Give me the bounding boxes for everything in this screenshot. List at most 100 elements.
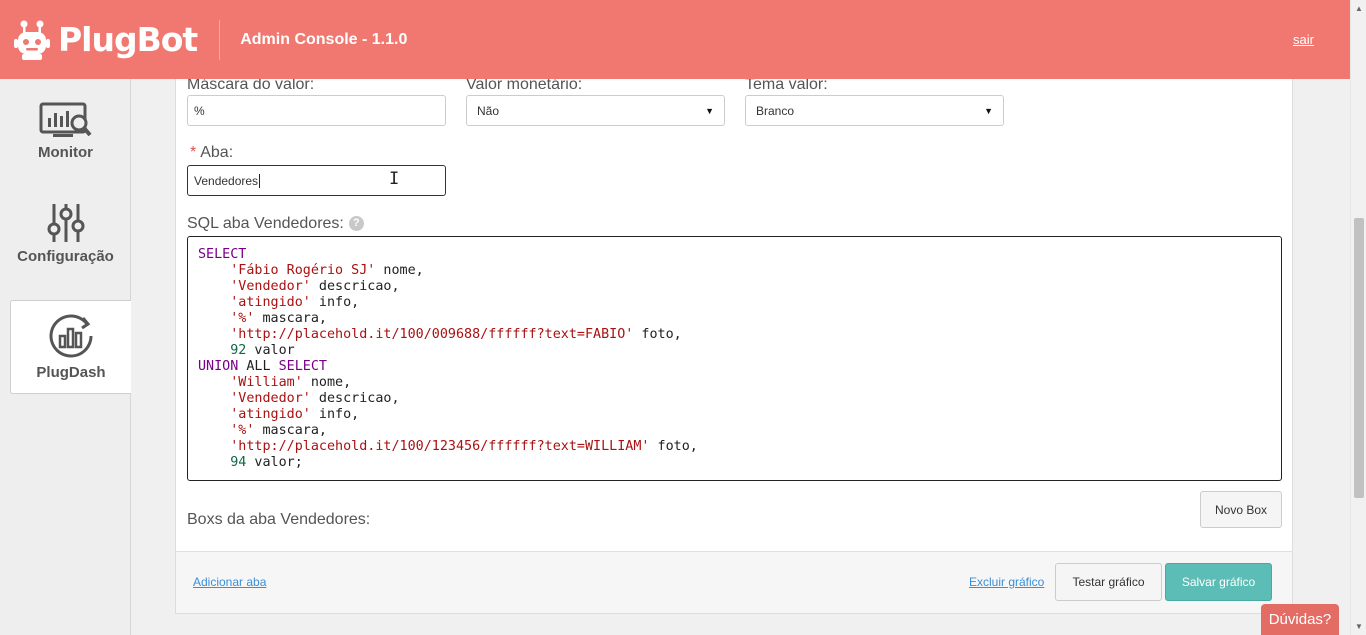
- code-token: '%': [230, 311, 255, 326]
- code-line: 'http://placehold.it/100/123456/ffffff?t…: [198, 439, 1271, 455]
- code-token: 'http://placehold.it/100/123456/ffffff?t…: [230, 439, 650, 454]
- aba-value: Vendedores: [194, 173, 259, 188]
- sliders-icon: [47, 204, 84, 242]
- adicionar-aba-link[interactable]: Adicionar aba: [193, 575, 266, 589]
- code-line: 94 valor;: [198, 455, 1271, 471]
- aba-input[interactable]: Vendedores: [187, 165, 446, 196]
- code-line: '%' mascara,: [198, 311, 1271, 327]
- code-token: 94: [230, 455, 247, 470]
- code-token: nome,: [375, 263, 424, 278]
- boxs-label: Boxs da aba Vendedores:: [187, 511, 371, 528]
- sidebar-item-configuracao[interactable]: Configuração: [0, 183, 131, 277]
- duvidas-help-button[interactable]: Dúvidas?: [1261, 604, 1339, 635]
- dashboard-chart-icon: [49, 314, 93, 358]
- mascara-input[interactable]: %: [187, 95, 446, 126]
- code-token: '%': [230, 423, 255, 438]
- code-token: 'Fábio Rogério SJ': [230, 263, 376, 278]
- aba-label: * Aba:: [190, 144, 233, 162]
- code-token: info,: [310, 295, 360, 310]
- sql-editor[interactable]: SELECT 'Fábio Rogério SJ' nome, 'Vendedo…: [187, 236, 1282, 481]
- plugbot-logo[interactable]: PlugBot: [14, 19, 198, 61]
- code-token: descricao,: [310, 391, 400, 406]
- text-cursor-icon: I: [389, 169, 400, 189]
- code-token: nome,: [302, 375, 352, 390]
- code-token: UNION: [198, 359, 239, 374]
- tema-select[interactable]: Branco ▼: [745, 95, 1004, 126]
- code-token: 'William': [230, 375, 303, 390]
- code-token: descricao,: [310, 279, 400, 294]
- salvar-grafico-button[interactable]: Salvar gráfico: [1165, 563, 1272, 601]
- code-token: 'Vendedor': [230, 279, 311, 294]
- scroll-up-icon[interactable]: ▲: [1355, 4, 1363, 13]
- code-line: 92 valor: [198, 343, 1271, 359]
- code-token: mascara,: [254, 311, 327, 326]
- text-caret: [259, 173, 261, 188]
- tema-value: Branco: [756, 103, 795, 118]
- code-line: 'William' nome,: [198, 375, 1271, 391]
- code-line: 'atingido' info,: [198, 407, 1271, 423]
- sql-label-text: SQL aba Vendedores:: [187, 215, 344, 232]
- help-icon[interactable]: ?: [348, 216, 364, 232]
- code-line: 'Vendedor' descricao,: [198, 391, 1271, 407]
- sidebar-item-label: PlugDash: [36, 364, 106, 381]
- novo-box-button[interactable]: Novo Box: [1200, 491, 1282, 528]
- monetario-select[interactable]: Não ▼: [466, 95, 725, 126]
- sidebar: Monitor Configuração PlugDash: [0, 79, 131, 635]
- page-scrollbar[interactable]: ▲ ▼: [1350, 0, 1366, 635]
- scroll-down-icon[interactable]: ▼: [1355, 622, 1363, 631]
- sidebar-item-label: Configuração: [17, 248, 114, 265]
- form-footer: Adicionar aba Excluir gráfico Testar grá…: [176, 551, 1292, 613]
- code-token: mascara,: [254, 423, 327, 438]
- code-token: 'atingido': [230, 295, 311, 310]
- scroll-thumb[interactable]: [1354, 218, 1364, 498]
- code-token: SELECT: [278, 359, 327, 374]
- sidebar-item-plugdash[interactable]: PlugDash: [10, 300, 131, 394]
- code-line: 'Fábio Rogério SJ' nome,: [198, 263, 1271, 279]
- code-token: valor;: [246, 455, 303, 470]
- code-token: foto,: [649, 439, 698, 454]
- code-token: 'http://placehold.it/100/009688/ffffff?t…: [230, 327, 634, 342]
- code-token: ALL: [238, 359, 279, 374]
- code-token: info,: [310, 407, 360, 422]
- code-line: 'atingido' info,: [198, 295, 1271, 311]
- monetario-value: Não: [477, 103, 500, 118]
- code-line: 'Vendedor' descricao,: [198, 279, 1271, 295]
- caret-down-icon: ▼: [705, 105, 714, 116]
- sidebar-item-label: Monitor: [38, 144, 93, 161]
- top-header: PlugBot Admin Console - 1.1.0 sair: [0, 0, 1350, 79]
- monitor-chart-icon: [39, 102, 92, 137]
- required-mark: *: [190, 144, 197, 161]
- code-token: foto,: [633, 327, 682, 342]
- testar-grafico-button[interactable]: Testar gráfico: [1055, 563, 1162, 601]
- code-token: 'atingido': [230, 407, 311, 422]
- code-token: 92: [230, 343, 247, 358]
- code-line: SELECT: [198, 247, 1271, 263]
- robot-logo-icon: [14, 20, 50, 60]
- excluir-grafico-link[interactable]: Excluir gráfico: [969, 575, 1044, 589]
- header-divider: [219, 19, 221, 60]
- code-token: 'Vendedor': [230, 391, 311, 406]
- sidebar-item-monitor[interactable]: Monitor: [0, 79, 131, 173]
- code-token: SELECT: [198, 247, 247, 262]
- aba-label-text: Aba:: [200, 144, 234, 161]
- brand-name: PlugBot: [58, 20, 198, 59]
- code-token: valor: [246, 343, 295, 358]
- code-line: '%' mascara,: [198, 423, 1271, 439]
- logout-link[interactable]: sair: [1293, 32, 1314, 47]
- sql-label: SQL aba Vendedores:?: [187, 215, 364, 233]
- code-line: UNION ALL SELECT: [198, 359, 1271, 375]
- app-title: Admin Console - 1.1.0: [240, 30, 408, 48]
- code-line: 'http://placehold.it/100/009688/ffffff?t…: [198, 327, 1271, 343]
